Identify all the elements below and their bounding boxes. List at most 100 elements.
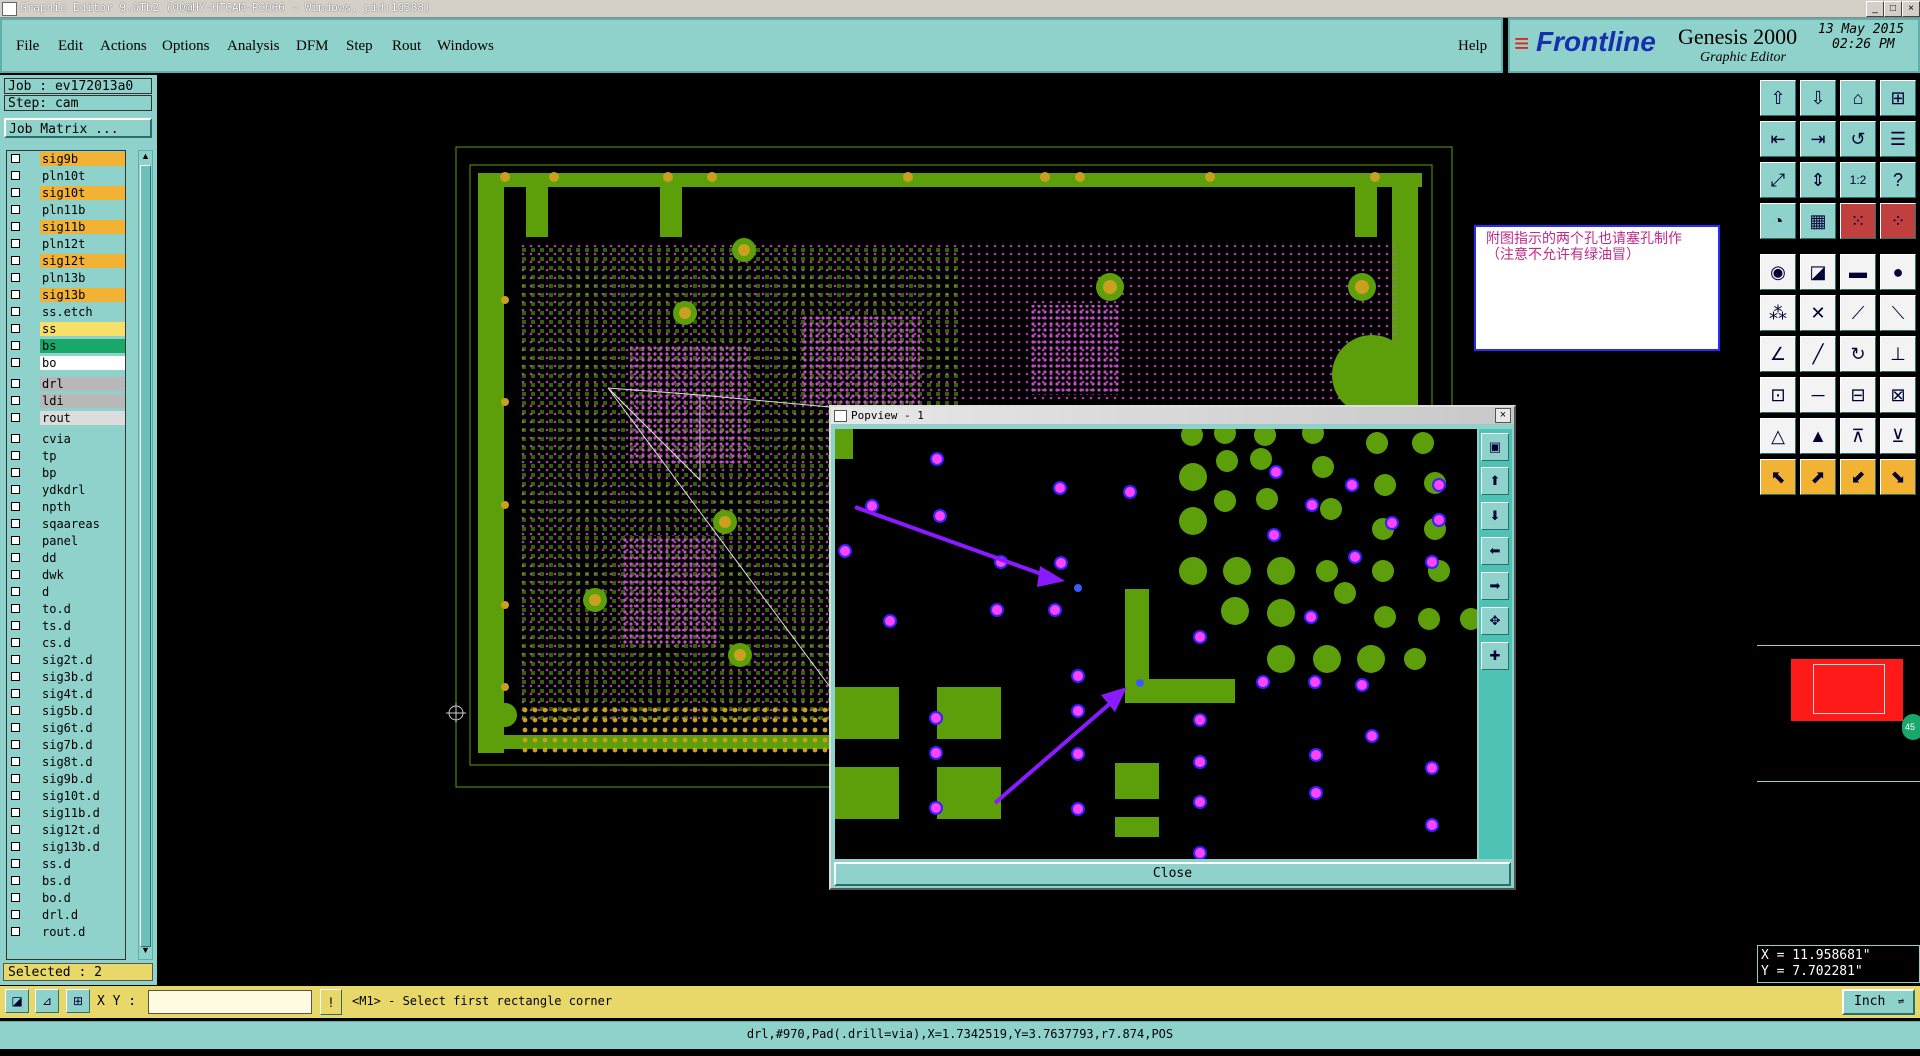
line-edit-icon[interactable]: ╱ <box>1800 336 1836 372</box>
layer-name[interactable]: sig8t.d <box>40 755 125 769</box>
layer-name[interactable]: bs.d <box>40 874 125 888</box>
layer-checkbox[interactable] <box>11 519 20 528</box>
layer-row[interactable]: dd <box>7 550 125 566</box>
layer-name[interactable]: sig12t <box>40 254 125 268</box>
layer-checkbox[interactable] <box>11 502 20 511</box>
job-matrix-button[interactable]: Job Matrix ... <box>4 118 152 138</box>
layer-checkbox[interactable] <box>11 604 20 613</box>
layer-checkbox[interactable] <box>11 205 20 214</box>
slope-line-alt-icon[interactable]: ⟍ <box>1880 295 1916 331</box>
layer-name[interactable]: sqaareas <box>40 517 125 531</box>
layer-list-scrollbar[interactable]: ▲ ▼ <box>138 150 153 960</box>
add-surface-icon[interactable]: ▬ <box>1840 254 1876 290</box>
popview-title-bar[interactable]: Popview - 1 × <box>831 407 1514 424</box>
layer-row[interactable]: ts.d <box>7 618 125 634</box>
layer-checkbox[interactable] <box>11 672 20 681</box>
layer-checkbox[interactable] <box>11 825 20 834</box>
layer-name[interactable]: sig11b.d <box>40 806 125 820</box>
zoom-fit-icon[interactable]: ⤢ <box>1760 162 1796 198</box>
layer-row[interactable]: ss.d <box>7 856 125 872</box>
layer-row[interactable]: sig11b <box>7 219 125 235</box>
resize-icon[interactable]: ⊠ <box>1880 377 1916 413</box>
maximize-button[interactable]: □ <box>1884 1 1902 17</box>
menu-rout[interactable]: Rout <box>392 38 421 55</box>
triangle-icon[interactable]: △ <box>1760 418 1796 454</box>
layer-name[interactable]: ss <box>40 322 125 336</box>
layer-name[interactable]: ldi <box>40 394 125 408</box>
line-split-icon[interactable]: ─ <box>1800 377 1836 413</box>
layer-checkbox[interactable] <box>11 413 20 422</box>
layer-name[interactable]: drl <box>40 377 125 391</box>
menu-step[interactable]: Step <box>346 38 373 55</box>
layer-name[interactable]: bo.d <box>40 891 125 905</box>
select-pointer-icon[interactable]: ⬉ <box>1760 459 1796 495</box>
layer-checkbox[interactable] <box>11 723 20 732</box>
menu-help[interactable]: Help <box>1458 38 1487 55</box>
menu-options[interactable]: Options <box>162 38 210 55</box>
layer-row[interactable]: sig7b.d <box>7 737 125 753</box>
layer-row[interactable]: sig11b.d <box>7 805 125 821</box>
scroll-down-icon[interactable]: ▼ <box>140 945 151 957</box>
select-all-icon[interactable]: ⬊ <box>1880 459 1916 495</box>
layer-row[interactable]: sig4t.d <box>7 686 125 702</box>
layer-checkbox[interactable] <box>11 655 20 664</box>
copy-icon[interactable]: ⊟ <box>1840 377 1876 413</box>
layer-checkbox[interactable] <box>11 485 20 494</box>
minimap-angle-badge[interactable]: 45 <box>1902 714 1920 740</box>
layer-checkbox[interactable] <box>11 154 20 163</box>
units-selector[interactable]: Inch ⇌ <box>1842 989 1915 1015</box>
layer-name[interactable]: sig2t.d <box>40 653 125 667</box>
layer-name[interactable]: rout.d <box>40 925 125 939</box>
layer-checkbox[interactable] <box>11 451 20 460</box>
popview-zoom-in-icon[interactable]: ✚ <box>1481 642 1509 670</box>
layer-name[interactable]: pln12t <box>40 237 125 251</box>
popview-fit-icon[interactable]: ▣ <box>1481 433 1509 461</box>
minimize-button[interactable]: _ <box>1866 1 1884 17</box>
home-icon[interactable]: ⌂ <box>1840 80 1876 116</box>
layer-checkbox[interactable] <box>11 893 20 902</box>
layer-checkbox[interactable] <box>11 808 20 817</box>
layer-row[interactable]: ldi <box>7 393 125 409</box>
layer-row[interactable]: ss <box>7 321 125 337</box>
layer-row[interactable]: rout <box>7 410 125 426</box>
layer-name[interactable]: cvia <box>40 432 125 446</box>
layer-checkbox[interactable] <box>11 842 20 851</box>
popview-canvas[interactable] <box>835 429 1477 859</box>
layer-name[interactable]: pln10t <box>40 169 125 183</box>
layer-name[interactable]: bo <box>40 356 125 370</box>
layer-row[interactable]: sig3b.d <box>7 669 125 685</box>
popview-pan-right-icon[interactable]: ➡ <box>1481 572 1509 600</box>
layer-checkbox[interactable] <box>11 876 20 885</box>
layer-row[interactable]: panel <box>7 533 125 549</box>
layer-checkbox[interactable] <box>11 774 20 783</box>
delete-icon[interactable]: ✕ <box>1800 295 1836 331</box>
palette-icon[interactable]: ◔ <box>1760 203 1796 239</box>
layer-name[interactable]: to.d <box>40 602 125 616</box>
layer-row[interactable]: sig12t <box>7 253 125 269</box>
scale-icon[interactable]: 1:2 <box>1840 162 1876 198</box>
xy-input[interactable] <box>148 990 312 1014</box>
layer-row[interactable]: tp <box>7 448 125 464</box>
select-box-icon[interactable]: ⬈ <box>1800 459 1836 495</box>
menu-dfm[interactable]: DFM <box>296 38 329 55</box>
layer-row[interactable]: sig13b.d <box>7 839 125 855</box>
move-features-icon[interactable]: ⊡ <box>1760 377 1796 413</box>
layer-name[interactable]: sig13b.d <box>40 840 125 854</box>
snap-mode-icon[interactable]: ◪ <box>5 989 29 1013</box>
menu-file[interactable]: File <box>16 38 39 55</box>
layer-checkbox[interactable] <box>11 689 20 698</box>
layer-name[interactable]: sig5b.d <box>40 704 125 718</box>
layer-name[interactable]: tp <box>40 449 125 463</box>
layer-row[interactable]: bo <box>7 355 125 371</box>
layer-row[interactable]: bp <box>7 465 125 481</box>
layer-row[interactable]: d <box>7 584 125 600</box>
layer-checkbox[interactable] <box>11 910 20 919</box>
layer-name[interactable]: ts.d <box>40 619 125 633</box>
layer-name[interactable]: sig9b.d <box>40 772 125 786</box>
layer-row[interactable]: sig9b.d <box>7 771 125 787</box>
popview-pan-up-icon[interactable]: ⬆ <box>1481 467 1509 495</box>
layer-row[interactable]: sig6t.d <box>7 720 125 736</box>
arc-up-icon[interactable]: ⊼ <box>1840 418 1876 454</box>
layer-name[interactable]: sig7b.d <box>40 738 125 752</box>
next-view-icon[interactable]: ⇥ <box>1800 121 1836 157</box>
